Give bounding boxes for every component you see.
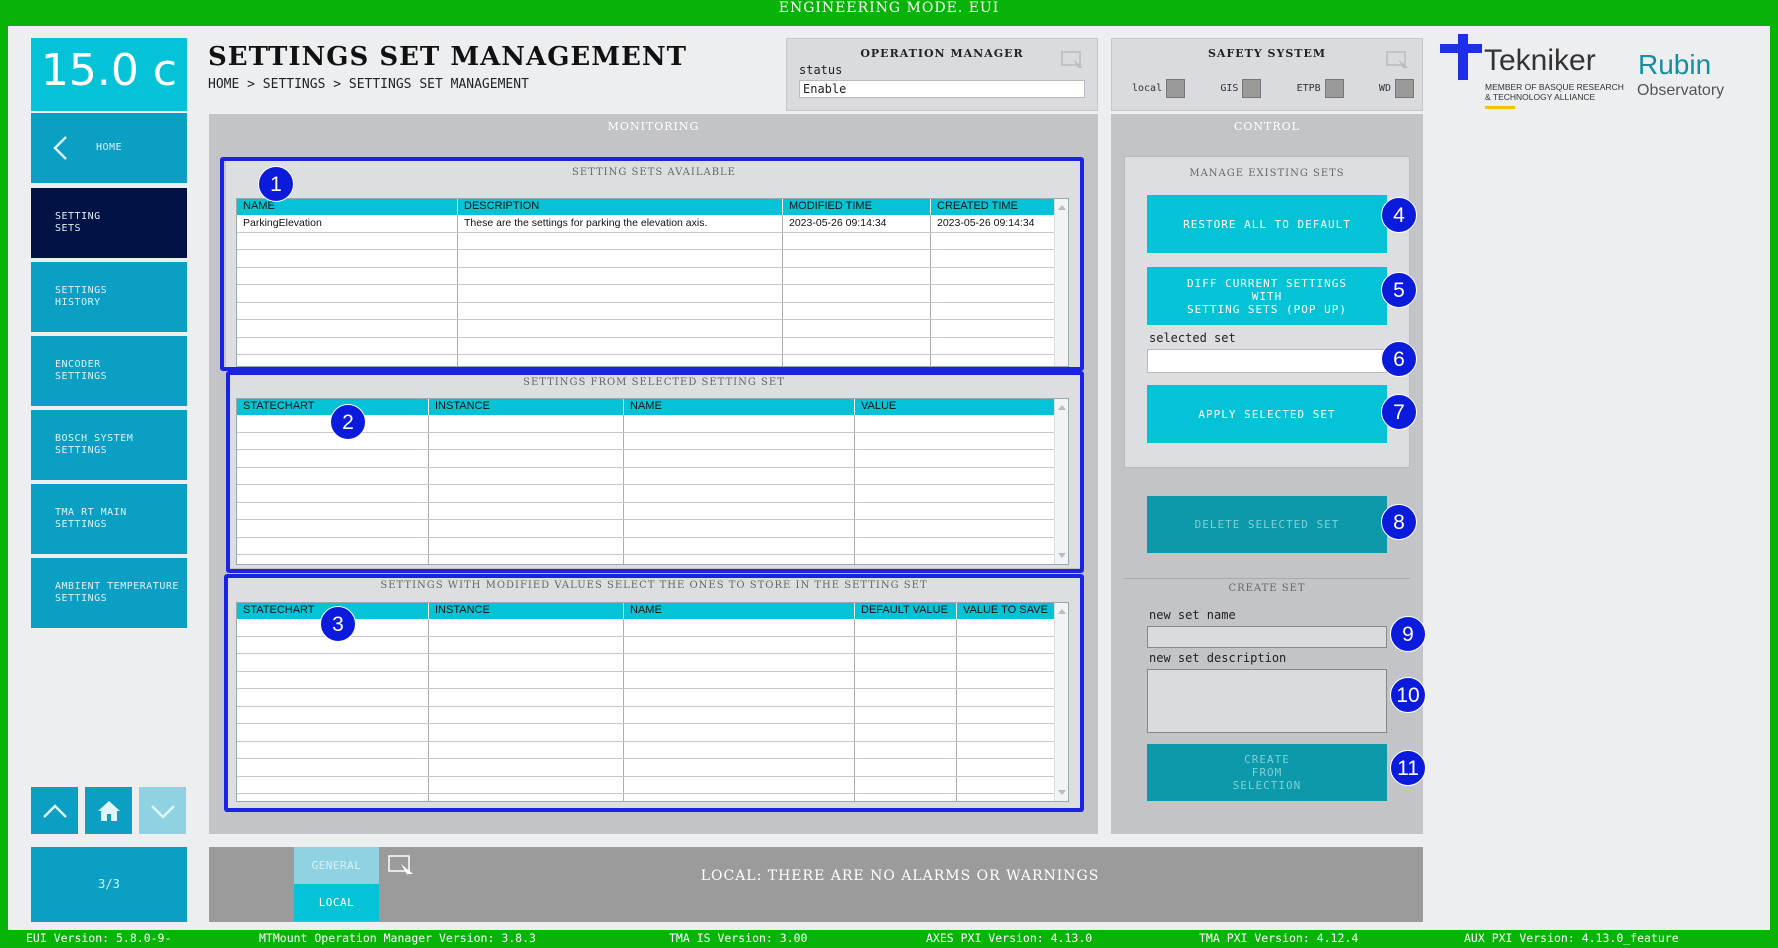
sidebar-item-label: SETTING SETS <box>55 211 101 234</box>
eui-version: EUI Version: 5.8.0-9- <box>26 931 172 945</box>
observatory-logo-text: Observatory <box>1637 82 1725 99</box>
sidebar-item-tma-rt-main-settings[interactable]: TMA RT MAIN SETTINGS <box>31 484 187 554</box>
tekniker-tagline: & TECHNOLOGY ALLIANCE <box>1485 92 1596 102</box>
sidebar-item-label: BOSCH SYSTEM SETTINGS <box>55 433 134 456</box>
safety-led <box>1166 79 1186 98</box>
callout-badge-5: 5 <box>1381 272 1417 308</box>
callout-badge-7: 7 <box>1381 394 1417 430</box>
control-title: CONTROL <box>1233 120 1300 133</box>
sidebar-item-label: TMA RT MAIN SETTINGS <box>55 507 127 530</box>
safety-etpb: ETPB <box>1297 79 1344 98</box>
delete-selected-set-button[interactable]: DELETE SELECTED SET <box>1147 496 1387 553</box>
chevron-up-icon <box>42 803 67 818</box>
tab-local[interactable]: LOCAL <box>294 884 379 921</box>
create-set-title: CREATE SET <box>1228 583 1306 594</box>
nav-home-button[interactable]: HOME <box>31 113 187 183</box>
callout-badge-10: 10 <box>1390 677 1426 713</box>
callout-badge-3: 3 <box>320 606 356 642</box>
callout-badge-8: 8 <box>1381 504 1417 540</box>
tab-general[interactable]: GENERAL <box>294 847 379 884</box>
safety-system-panel: SAFETY SYSTEM local GIS ETPB WD <box>1111 38 1423 111</box>
safety-system-title: SAFETY SYSTEM <box>1207 47 1327 60</box>
sidebar-item-encoder-settings[interactable]: ENCODER SETTINGS <box>31 336 187 406</box>
safety-wd: WD <box>1379 79 1414 98</box>
selected-set-label: selected set <box>1149 331 1236 345</box>
callout-badge-2: 2 <box>330 404 366 440</box>
highlight-box-1 <box>220 157 1084 371</box>
page-indicator: 3/3 <box>31 847 187 922</box>
breadcrumb: HOME > SETTINGS > SETTINGS SET MANAGEMEN… <box>208 77 529 92</box>
tekniker-accent-bar <box>1485 106 1515 109</box>
tma-pxi-version: TMA PXI Version: 4.12.4 <box>1199 931 1359 945</box>
tma-is-version: TMA IS Version: 3.00 <box>669 931 808 945</box>
new-set-name-input[interactable] <box>1147 626 1387 648</box>
page-down-button[interactable] <box>139 787 186 834</box>
axes-pxi-version: AXES PXI Version: 4.13.0 <box>926 931 1093 945</box>
home-button[interactable] <box>85 787 132 834</box>
monitoring-title: MONITORING <box>607 120 700 133</box>
highlight-box-2 <box>226 371 1084 573</box>
sidebar-item-label: AMBIENT TEMPERATURE SETTINGS <box>55 581 179 604</box>
tekniker-mark-icon <box>1440 34 1482 80</box>
sidebar-item-label: ENCODER SETTINGS <box>55 359 108 382</box>
sidebar-item-setting-sets[interactable]: SETTING SETS <box>31 188 187 258</box>
restore-all-to-default-button[interactable]: RESTORE ALL TO DEFAULT <box>1147 195 1387 253</box>
tekniker-name: Tekniker <box>1484 44 1596 77</box>
new-set-description-input[interactable] <box>1147 669 1387 733</box>
new-set-description-label: new set description <box>1149 651 1287 665</box>
sidebar-item-ambient-temperature-settings[interactable]: AMBIENT TEMPERATURE SETTINGS <box>31 558 187 628</box>
chevron-left-icon <box>53 136 67 160</box>
cursor-select-icon[interactable] <box>1386 51 1410 71</box>
nav-home-label: HOME <box>95 142 123 153</box>
selected-set-field[interactable] <box>1147 349 1387 373</box>
manage-existing-sets-title: MANAGE EXISTING SETS <box>1189 168 1345 179</box>
sidebar-item-settings-history[interactable]: SETTINGS HISTORY <box>31 262 187 332</box>
new-set-name-label: new set name <box>1149 608 1236 622</box>
callout-badge-9: 9 <box>1390 616 1426 652</box>
operation-manager-title: OPERATION MANAGER <box>860 47 1024 60</box>
cursor-select-icon[interactable] <box>1061 51 1085 71</box>
safety-led <box>1394 79 1414 98</box>
version-footer: EUI Version: 5.8.0-9- MTMount Operation … <box>0 930 1778 948</box>
sidebar-item-label: SETTINGS HISTORY <box>55 285 108 308</box>
tekniker-tagline: MEMBER OF BASQUE RESEARCH <box>1485 82 1624 92</box>
callout-badge-4: 4 <box>1381 197 1417 233</box>
status-value: Enable <box>799 80 1085 98</box>
callout-badge-1: 1 <box>258 166 294 202</box>
home-icon <box>97 800 120 821</box>
status-label: status <box>799 63 843 77</box>
highlight-box-3 <box>224 574 1084 812</box>
diff-current-settings-button[interactable]: DIFF CURRENT SETTINGS WITH SETTING SETS … <box>1147 267 1387 325</box>
aux-pxi-version: AUX PXI Version: 4.13.0_feature <box>1464 931 1679 945</box>
callout-badge-6: 6 <box>1381 341 1417 377</box>
safety-local: local <box>1132 79 1186 98</box>
apply-selected-set-button[interactable]: APPLY SELECTED SET <box>1147 385 1387 443</box>
window-title: ENGINEERING MODE. EUI <box>778 0 1000 16</box>
rubin-logo-text: Rubin <box>1638 49 1712 80</box>
safety-led <box>1324 79 1344 98</box>
page-title: SETTINGS SET MANAGEMENT <box>208 42 687 72</box>
tekniker-logo: Tekniker MEMBER OF BASQUE RESEARCH & TEC… <box>1438 34 1738 114</box>
safety-led <box>1242 79 1262 98</box>
alarm-message: LOCAL: THERE ARE NO ALARMS OR WARNINGS <box>700 868 1100 884</box>
create-from-selection-button[interactable]: CREATE FROM SELECTION <box>1147 744 1387 801</box>
safety-gis: GIS <box>1220 79 1262 98</box>
chevron-down-icon <box>150 804 175 819</box>
temperature-display: 15.0 c <box>31 38 187 111</box>
page-up-button[interactable] <box>31 787 78 834</box>
cursor-select-icon[interactable] <box>388 855 416 879</box>
operation-manager-version: MTMount Operation Manager Version: 3.8.3 <box>259 931 536 945</box>
callout-badge-11: 11 <box>1390 750 1426 786</box>
sidebar-item-bosch-system-settings[interactable]: BOSCH SYSTEM SETTINGS <box>31 410 187 480</box>
operation-manager-panel: OPERATION MANAGER status Enable <box>786 38 1098 111</box>
